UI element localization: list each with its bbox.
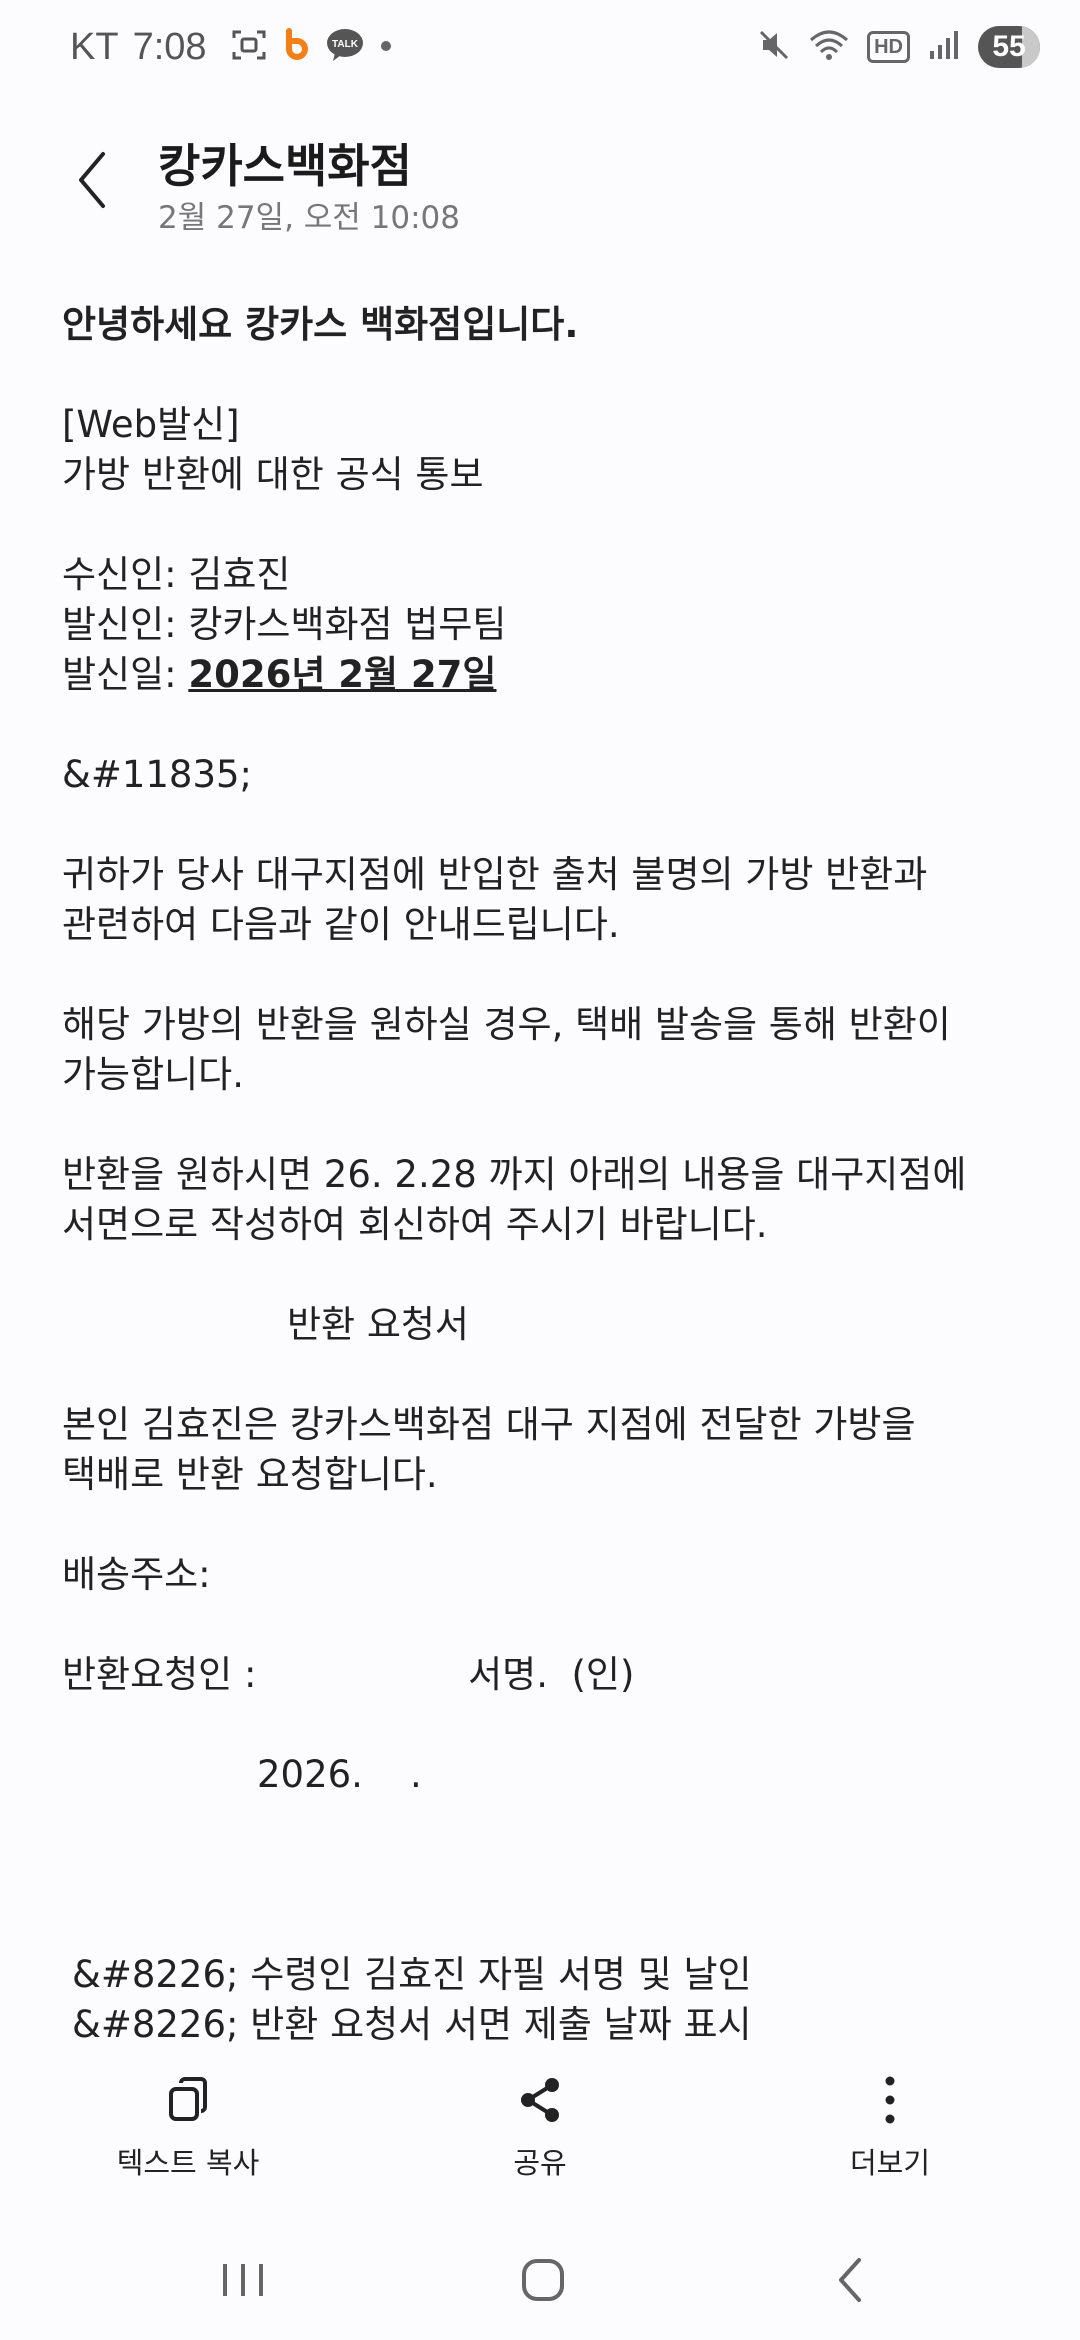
paragraph-3-line-2: 서면으로 작성하여 회신하여 주시기 바랍니다. xyxy=(62,1203,768,1246)
hd-icon: HD xyxy=(867,31,910,63)
status-bar-left: KT 7:08 TALK xyxy=(70,22,393,72)
send-date-link[interactable]: 2026년 2월 27일 xyxy=(188,653,496,696)
form-date: 2026. . xyxy=(257,1753,422,1796)
send-date: 발신일: 2026년 2월 27일 xyxy=(62,650,1022,700)
notification-app-icon xyxy=(281,27,311,67)
dot-icon xyxy=(379,38,393,57)
wifi-icon xyxy=(809,28,849,66)
screenshot-icon xyxy=(231,28,267,66)
home-button[interactable] xyxy=(483,2240,603,2320)
paragraph-3-line-1: 반환을 원하시면 26. 2.28 까지 아래의 내용을 대구지점에 xyxy=(62,1153,967,1196)
send-date-label: 발신일: xyxy=(62,653,189,696)
copy-icon xyxy=(167,2070,209,2130)
chevron-left-icon xyxy=(79,152,105,208)
more-vertical-icon xyxy=(882,2070,898,2130)
status-bar: KT 7:08 TALK HD 55 xyxy=(0,0,1080,96)
battery-indicator: 55 xyxy=(978,26,1040,68)
shipping-address: 배송주소: xyxy=(62,1553,211,1596)
sender: 발신인: 캉카스백화점 법무팀 xyxy=(62,603,507,646)
paragraph-2-line-1: 해당 가방의 반환을 원하실 경우, 택배 발송을 통해 반환이 xyxy=(62,1003,951,1046)
recipient: 수신인: 김효진 xyxy=(62,553,291,596)
more-label: 더보기 xyxy=(849,2146,931,2180)
kakaotalk-icon: TALK xyxy=(325,27,365,67)
recent-apps-button[interactable] xyxy=(183,2240,303,2320)
message-action-bar: 텍스트 복사 공유 더보기 xyxy=(0,2070,1080,2200)
more-button[interactable]: 더보기 xyxy=(760,2070,1020,2200)
battery-level: 55 xyxy=(992,30,1026,63)
recents-icon xyxy=(223,2264,263,2296)
status-bar-right: HD 55 xyxy=(757,22,1040,72)
carrier-label: KT xyxy=(70,25,119,68)
form-line-2: 택배로 반환 요청합니다. xyxy=(62,1453,438,1496)
copy-text-label: 텍스트 복사 xyxy=(116,2146,260,2180)
back-arrow-icon xyxy=(839,2258,861,2302)
share-button[interactable]: 공유 xyxy=(410,2070,670,2200)
form-line-1: 본인 김효진은 캉카스백화점 대구 지점에 전달한 가방을 xyxy=(62,1403,916,1446)
system-navigation-bar xyxy=(0,2240,1080,2340)
html-entity-text: &#11835; xyxy=(62,753,253,796)
paragraph-2-line-2: 가능합니다. xyxy=(62,1053,244,1096)
clock-time: 7:08 xyxy=(132,25,207,68)
mute-icon xyxy=(757,28,791,66)
message-body: 안녕하세요 캉카스 백화점입니다. [Web발신] 가방 반환에 대한 공식 통… xyxy=(62,300,1022,2050)
home-icon xyxy=(522,2259,564,2301)
sender-name: 캉카스백화점 xyxy=(158,139,412,193)
requester-signature: 반환요청인 : 서명. (인) xyxy=(62,1653,635,1696)
paragraph-1-line-2: 관련하여 다음과 같이 안내드립니다. xyxy=(62,903,620,946)
system-back-button[interactable] xyxy=(790,2240,910,2320)
paragraph-1-line-1: 귀하가 당사 대구지점에 반입한 출처 불명의 가방 반환과 xyxy=(62,853,928,896)
share-icon xyxy=(517,2070,563,2130)
greeting: 안녕하세요 캉카스 백화점입니다. xyxy=(62,303,579,346)
signal-icon xyxy=(928,29,960,65)
note-2: &#8226; 반환 요청서 서면 제출 날짜 표시 xyxy=(72,2003,752,2046)
note-1: &#8226; 수령인 김효진 자필 서명 및 날인 xyxy=(72,1953,752,1996)
kakao-talk-label: TALK xyxy=(332,39,359,50)
web-tag: [Web발신] xyxy=(62,403,240,446)
message-header: 캉카스백화점 2월 27일, 오전 10:08 xyxy=(0,110,1080,250)
message-timestamp: 2월 27일, 오전 10:08 xyxy=(158,200,461,236)
share-label: 공유 xyxy=(513,2146,567,2180)
back-button[interactable] xyxy=(62,140,122,220)
subject: 가방 반환에 대한 공식 통보 xyxy=(62,453,484,496)
form-title: 반환 요청서 xyxy=(287,1303,469,1346)
copy-text-button[interactable]: 텍스트 복사 xyxy=(58,2070,318,2200)
